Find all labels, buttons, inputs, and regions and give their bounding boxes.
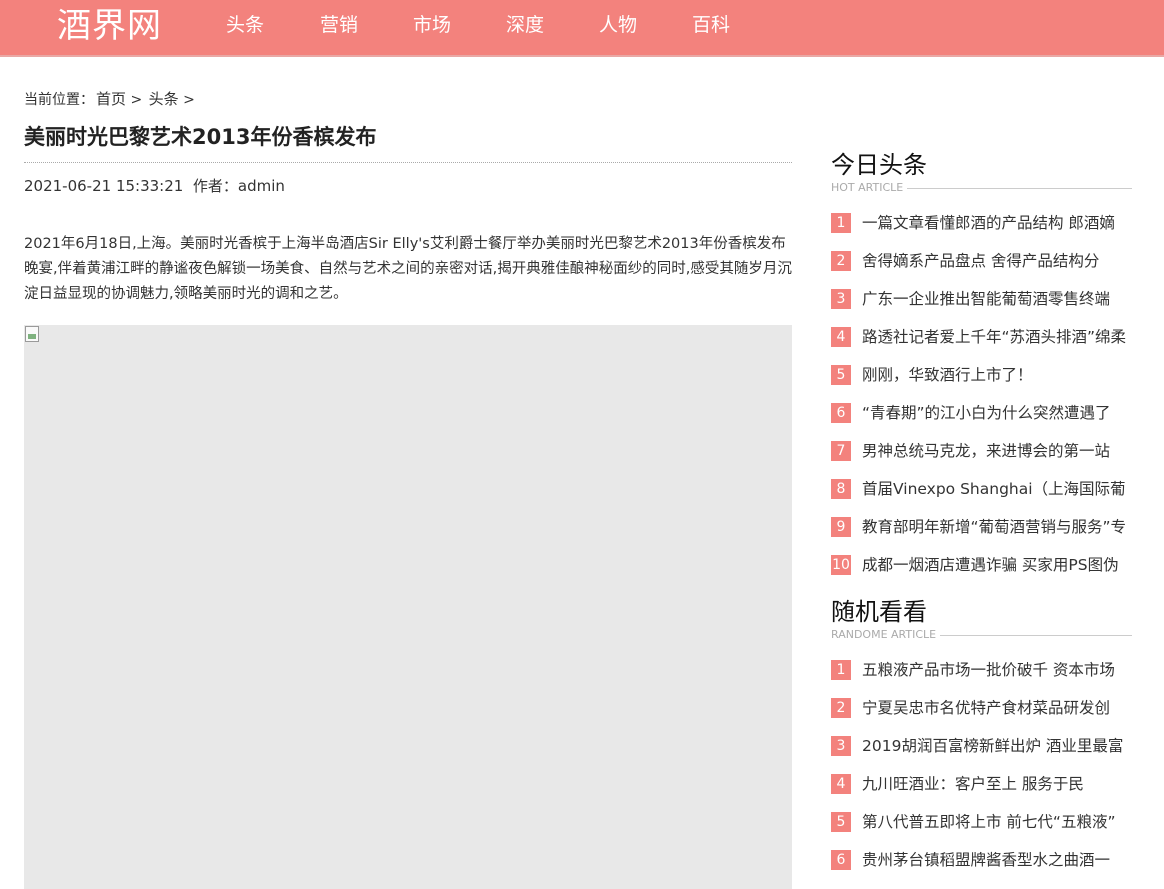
article-meta: 2021-06-21 15:33:21 作者：admin	[24, 175, 285, 196]
list-item[interactable]: 3 2019胡润百富榜新鲜出炉 酒业里最富	[831, 734, 1136, 758]
headline-link[interactable]: 男神总统马克龙，来进博会的第一站	[862, 439, 1132, 463]
rank-badge: 7	[831, 441, 851, 461]
rank-badge: 3	[831, 736, 851, 756]
today-headlines-title: 今日头条	[831, 151, 927, 179]
breadcrumb-section-link[interactable]: 头条	[149, 90, 179, 108]
headline-link[interactable]: 刚刚，华致酒行上市了！	[862, 363, 1132, 387]
today-headlines-header: 今日头条 HOT ARTICLE	[831, 150, 1132, 195]
headline-link[interactable]: 教育部明年新增“葡萄酒营销与服务”专	[862, 515, 1132, 539]
article-author: admin	[237, 177, 285, 195]
list-item[interactable]: 6 贵州茅台镇稻盟牌酱香型水之曲酒一	[831, 848, 1136, 872]
nav-item-market[interactable]: 市场	[413, 0, 451, 55]
headline-link[interactable]: 舍得嫡系产品盘点 舍得产品结构分	[862, 249, 1132, 273]
article-link[interactable]: 贵州茅台镇稻盟牌酱香型水之曲酒一	[862, 848, 1132, 872]
list-item[interactable]: 7 男神总统马克龙，来进博会的第一站	[831, 439, 1136, 463]
list-item[interactable]: 5 第八代普五即将上市 前七代“五粮液”	[831, 810, 1136, 834]
list-item[interactable]: 4 路透社记者爱上千年“苏酒头排酒”绵柔	[831, 325, 1136, 349]
rank-badge: 1	[831, 213, 851, 233]
article-link[interactable]: 九川旺酒业：客户至上 服务于民	[862, 772, 1132, 796]
article-title: 美丽时光巴黎艺术2013年份香槟发布	[24, 125, 377, 149]
list-item[interactable]: 6 “青春期”的江小白为什么突然遭遇了	[831, 401, 1136, 425]
article-link[interactable]: 第八代普五即将上市 前七代“五粮液”	[862, 810, 1132, 834]
rank-badge: 9	[831, 517, 851, 537]
nav-item-marketing[interactable]: 营销	[320, 0, 358, 55]
rank-badge: 4	[831, 774, 851, 794]
random-articles-title: 随机看看	[831, 598, 927, 626]
headline-link[interactable]: 首届Vinexpo Shanghai（上海国际葡	[862, 477, 1132, 501]
list-item[interactable]: 2 宁夏吴忠市名优特产食材菜品研发创	[831, 696, 1136, 720]
headline-link[interactable]: 成都一烟酒店遭遇诈骗 买家用PS图伪	[862, 553, 1132, 577]
article-image	[24, 325, 792, 889]
nav-item-people[interactable]: 人物	[599, 0, 637, 55]
rank-badge: 8	[831, 479, 851, 499]
random-articles-subtitle: RANDOME ARTICLE	[831, 628, 941, 642]
list-item[interactable]: 5 刚刚，华致酒行上市了！	[831, 363, 1136, 387]
today-headlines-subtitle: HOT ARTICLE	[831, 181, 908, 195]
rank-badge: 3	[831, 289, 851, 309]
rank-badge: 2	[831, 251, 851, 271]
rank-badge: 1	[831, 660, 851, 680]
article-link[interactable]: 五粮液产品市场一批价破千 资本市场	[862, 658, 1132, 682]
list-item[interactable]: 1 一篇文章看懂郎酒的产品结构 郎酒嫡	[831, 211, 1136, 235]
list-item[interactable]: 8 首届Vinexpo Shanghai（上海国际葡	[831, 477, 1136, 501]
article-link[interactable]: 宁夏吴忠市名优特产食材菜品研发创	[862, 696, 1132, 720]
list-item[interactable]: 2 舍得嫡系产品盘点 舍得产品结构分	[831, 249, 1136, 273]
title-divider	[24, 162, 792, 163]
broken-image-icon	[25, 326, 39, 342]
breadcrumb-home-link[interactable]: 首页	[96, 90, 126, 108]
nav-item-encyclopedia[interactable]: 百科	[692, 0, 730, 55]
list-item[interactable]: 9 教育部明年新增“葡萄酒营销与服务”专	[831, 515, 1136, 539]
headline-link[interactable]: 一篇文章看懂郎酒的产品结构 郎酒嫡	[862, 211, 1132, 235]
nav-item-depth[interactable]: 深度	[506, 0, 544, 55]
rank-badge: 10	[831, 555, 851, 575]
headline-link[interactable]: “青春期”的江小白为什么突然遭遇了	[862, 401, 1132, 425]
article-date: 2021-06-21 15:33:21	[24, 177, 184, 195]
article-body: 2021年6月18日,上海。美丽时光香槟于上海半岛酒店Sir Elly's艾利爵…	[24, 236, 792, 302]
list-item[interactable]: 3 广东一企业推出智能葡萄酒零售终端	[831, 287, 1136, 311]
rank-badge: 5	[831, 365, 851, 385]
breadcrumb-prefix: 当前位置：	[24, 92, 94, 108]
site-logo[interactable]: 酒界网	[57, 4, 162, 48]
breadcrumb-separator: >	[183, 92, 195, 108]
list-item[interactable]: 10 成都一烟酒店遭遇诈骗 买家用PS图伪	[831, 553, 1136, 577]
rank-badge: 5	[831, 812, 851, 832]
breadcrumb: 当前位置： 首页 > 头条 >	[24, 88, 197, 109]
random-articles-header: 随机看看 RANDOME ARTICLE	[831, 597, 1132, 642]
headline-link[interactable]: 广东一企业推出智能葡萄酒零售终端	[862, 287, 1132, 311]
rank-badge: 6	[831, 850, 851, 870]
breadcrumb-separator: >	[130, 92, 143, 108]
rank-badge: 6	[831, 403, 851, 423]
nav-item-headlines[interactable]: 头条	[226, 0, 264, 55]
rank-badge: 4	[831, 327, 851, 347]
list-item[interactable]: 1 五粮液产品市场一批价破千 资本市场	[831, 658, 1136, 682]
list-item[interactable]: 4 九川旺酒业：客户至上 服务于民	[831, 772, 1136, 796]
article-link[interactable]: 2019胡润百富榜新鲜出炉 酒业里最富	[862, 734, 1132, 758]
headline-link[interactable]: 路透社记者爱上千年“苏酒头排酒”绵柔	[862, 325, 1132, 349]
author-label: 作者：	[192, 177, 238, 195]
top-navigation-bar: 酒界网 头条 营销 市场 深度 人物 百科	[0, 0, 1164, 57]
rank-badge: 2	[831, 698, 851, 718]
